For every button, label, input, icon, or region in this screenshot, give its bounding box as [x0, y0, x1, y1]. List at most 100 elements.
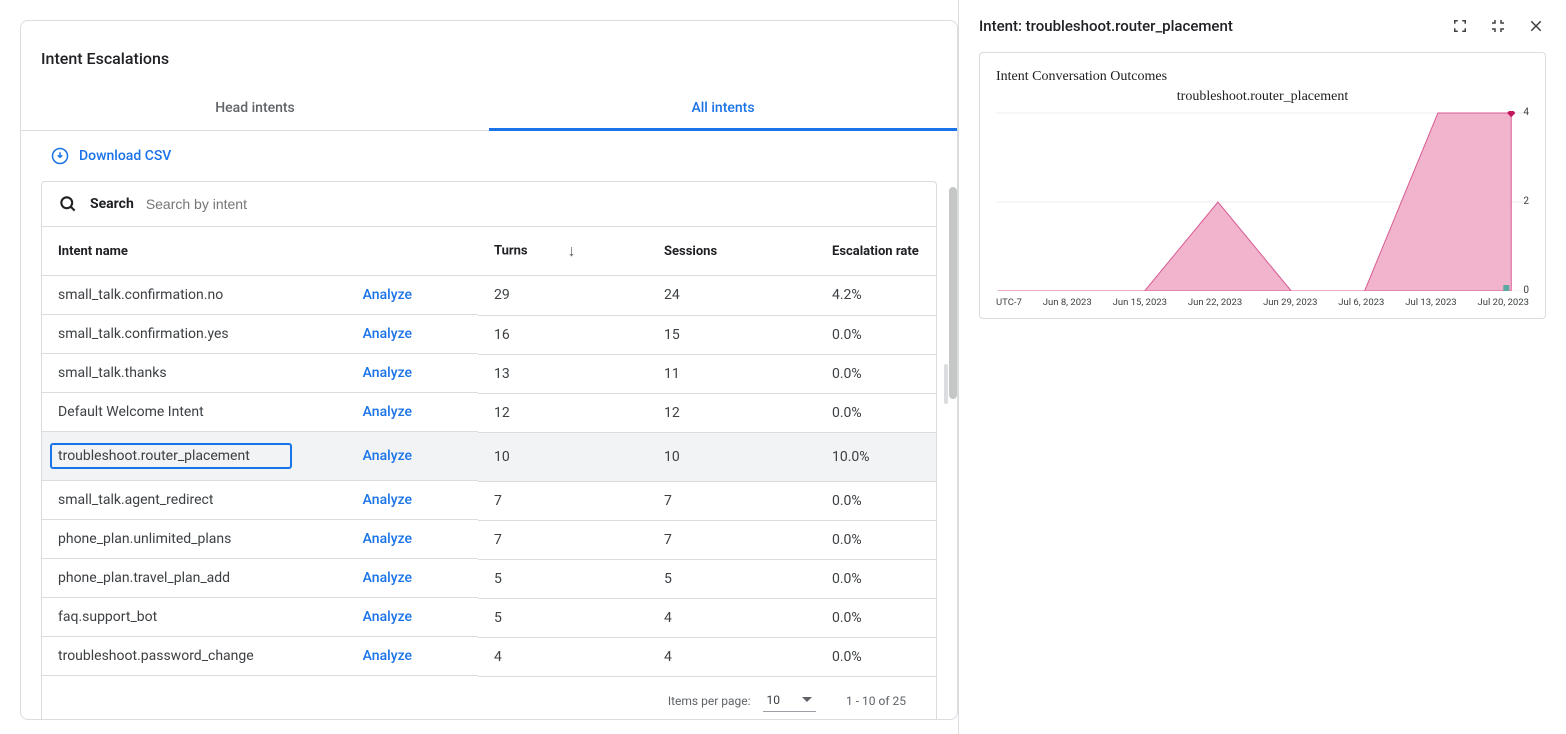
cell-turns: 7	[478, 481, 648, 520]
cell-turns: 12	[478, 393, 648, 432]
col-sessions[interactable]: Sessions	[648, 227, 816, 276]
cell-sessions: 10	[648, 432, 816, 481]
intent-name: phone_plan.unlimited_plans	[58, 531, 231, 547]
table-row[interactable]: small_talk.thanksAnalyze13110.0%	[42, 354, 936, 393]
cell-turns: 16	[478, 315, 648, 354]
detail-panel: Intent: troubleshoot.router_placement In…	[958, 0, 1566, 734]
col-intent-name[interactable]: Intent name	[42, 227, 478, 276]
chart-x-tick: Jun 15, 2023	[1113, 297, 1167, 308]
chart-plot: 024	[996, 111, 1529, 291]
intent-name: small_talk.confirmation.no	[58, 287, 223, 303]
cell-sessions: 12	[648, 393, 816, 432]
pagination-range: 1 - 10 of 25	[846, 694, 906, 708]
exit-fullscreen-button[interactable]	[1488, 16, 1508, 36]
cell-turns: 10	[478, 432, 648, 481]
search-input[interactable]	[146, 196, 920, 212]
chart-title: Intent Conversation Outcomes	[996, 69, 1529, 85]
cell-sessions: 24	[648, 276, 816, 316]
table-row[interactable]: phone_plan.travel_plan_addAnalyze550.0%	[42, 559, 936, 598]
items-per-page-select[interactable]: 10	[763, 691, 817, 712]
intent-name: troubleshoot.password_change	[58, 648, 254, 664]
close-button[interactable]	[1526, 16, 1546, 36]
table-footer: Items per page: 10 1 - 10 of 25	[42, 677, 936, 721]
table-row[interactable]: phone_plan.unlimited_plansAnalyze770.0%	[42, 520, 936, 559]
cell-rate: 0.0%	[816, 598, 936, 637]
analyze-link[interactable]: Analyze	[363, 404, 462, 420]
search-icon	[58, 194, 78, 214]
intent-name: troubleshoot.router_placement	[50, 443, 292, 469]
cell-turns: 7	[478, 520, 648, 559]
cell-sessions: 11	[648, 354, 816, 393]
cell-rate: 0.0%	[816, 315, 936, 354]
scrollbar[interactable]	[949, 187, 957, 399]
chart-subtitle: troubleshoot.router_placement	[996, 89, 1529, 105]
chart-x-tick: Jul 20, 2023	[1478, 297, 1529, 308]
intent-name: small_talk.agent_redirect	[58, 492, 213, 508]
cell-rate: 10.0%	[816, 432, 936, 481]
table-row[interactable]: small_talk.confirmation.noAnalyze29244.2…	[42, 276, 936, 316]
items-per-page-label: Items per page:	[668, 694, 751, 708]
tabs: Head intents All intents	[21, 88, 957, 131]
intent-table: Search Intent name Turns↓ Sessions Escal…	[41, 181, 937, 720]
analyze-link[interactable]: Analyze	[363, 570, 462, 586]
chart-x-tick: Jun 8, 2023	[1043, 297, 1092, 308]
chart-x-tick: Jun 22, 2023	[1188, 297, 1242, 308]
tab-head-intents[interactable]: Head intents	[21, 88, 489, 130]
cell-sessions: 7	[648, 520, 816, 559]
chart-x-tick: UTC-7	[996, 297, 1022, 308]
analyze-link[interactable]: Analyze	[363, 287, 462, 303]
analyze-link[interactable]: Analyze	[363, 492, 462, 508]
chart-y-tick: 0	[1523, 285, 1529, 296]
cell-sessions: 4	[648, 598, 816, 637]
cell-rate: 0.0%	[816, 393, 936, 432]
cell-rate: 4.2%	[816, 276, 936, 316]
chart-x-tick: Jul 13, 2023	[1405, 297, 1456, 308]
col-turns[interactable]: Turns↓	[478, 227, 648, 276]
cell-turns: 5	[478, 559, 648, 598]
cell-rate: 0.0%	[816, 637, 936, 676]
cell-turns: 4	[478, 637, 648, 676]
chart-y-tick: 4	[1523, 107, 1529, 118]
cell-rate: 0.0%	[816, 354, 936, 393]
cell-sessions: 4	[648, 637, 816, 676]
chevron-down-icon	[802, 697, 812, 702]
download-csv-label: Download CSV	[79, 148, 171, 164]
table-row[interactable]: faq.support_bot Analyze 540.0%	[42, 598, 936, 637]
cell-sessions: 7	[648, 481, 816, 520]
col-escalation-rate[interactable]: Escalation rate	[816, 227, 936, 276]
cell-turns: 5	[478, 598, 648, 637]
sort-desc-icon: ↓	[568, 241, 576, 261]
intent-escalations-panel: Intent Escalations Head intents All inte…	[20, 20, 958, 720]
fullscreen-button[interactable]	[1450, 16, 1470, 36]
cell-turns: 13	[478, 354, 648, 393]
cell-rate: 0.0%	[816, 559, 936, 598]
table-row[interactable]: Default Welcome IntentAnalyze12120.0%	[42, 393, 936, 432]
intent-name: phone_plan.travel_plan_add	[58, 570, 230, 586]
tab-all-intents[interactable]: All intents	[489, 88, 957, 131]
table-row[interactable]: small_talk.agent_redirectAnalyze770.0%	[42, 481, 936, 520]
intent-name: faq.support_bot	[58, 609, 157, 625]
search-label: Search	[90, 196, 134, 212]
detail-title: Intent: troubleshoot.router_placement	[979, 17, 1233, 35]
table-row[interactable]: troubleshoot.router_placementAnalyze1010…	[42, 432, 936, 481]
analyze-link[interactable]: Analyze	[363, 531, 462, 547]
cell-rate: 0.0%	[816, 481, 936, 520]
table-row[interactable]: small_talk.confirmation.yesAnalyze16150.…	[42, 315, 936, 354]
chart-y-tick: 2	[1523, 196, 1529, 207]
download-csv-link[interactable]: Download CSV	[21, 131, 957, 175]
analyze-link[interactable]: Analyze	[363, 648, 462, 664]
panel-title: Intent Escalations	[21, 41, 957, 76]
cell-sessions: 5	[648, 559, 816, 598]
search-row: Search	[42, 182, 936, 227]
chart-x-tick: Jul 6, 2023	[1338, 297, 1384, 308]
analyze-link[interactable]: Analyze	[363, 609, 462, 625]
resize-handle[interactable]	[944, 364, 948, 404]
analyze-link[interactable]: Analyze	[363, 365, 462, 381]
cell-sessions: 15	[648, 315, 816, 354]
chart-x-tick: Jun 29, 2023	[1263, 297, 1317, 308]
cell-rate: 0.0%	[816, 520, 936, 559]
intent-name: Default Welcome Intent	[58, 404, 204, 420]
analyze-link[interactable]: Analyze	[363, 448, 462, 464]
analyze-link[interactable]: Analyze	[363, 326, 462, 342]
table-row[interactable]: troubleshoot.password_changeAnalyze440.0…	[42, 637, 936, 676]
